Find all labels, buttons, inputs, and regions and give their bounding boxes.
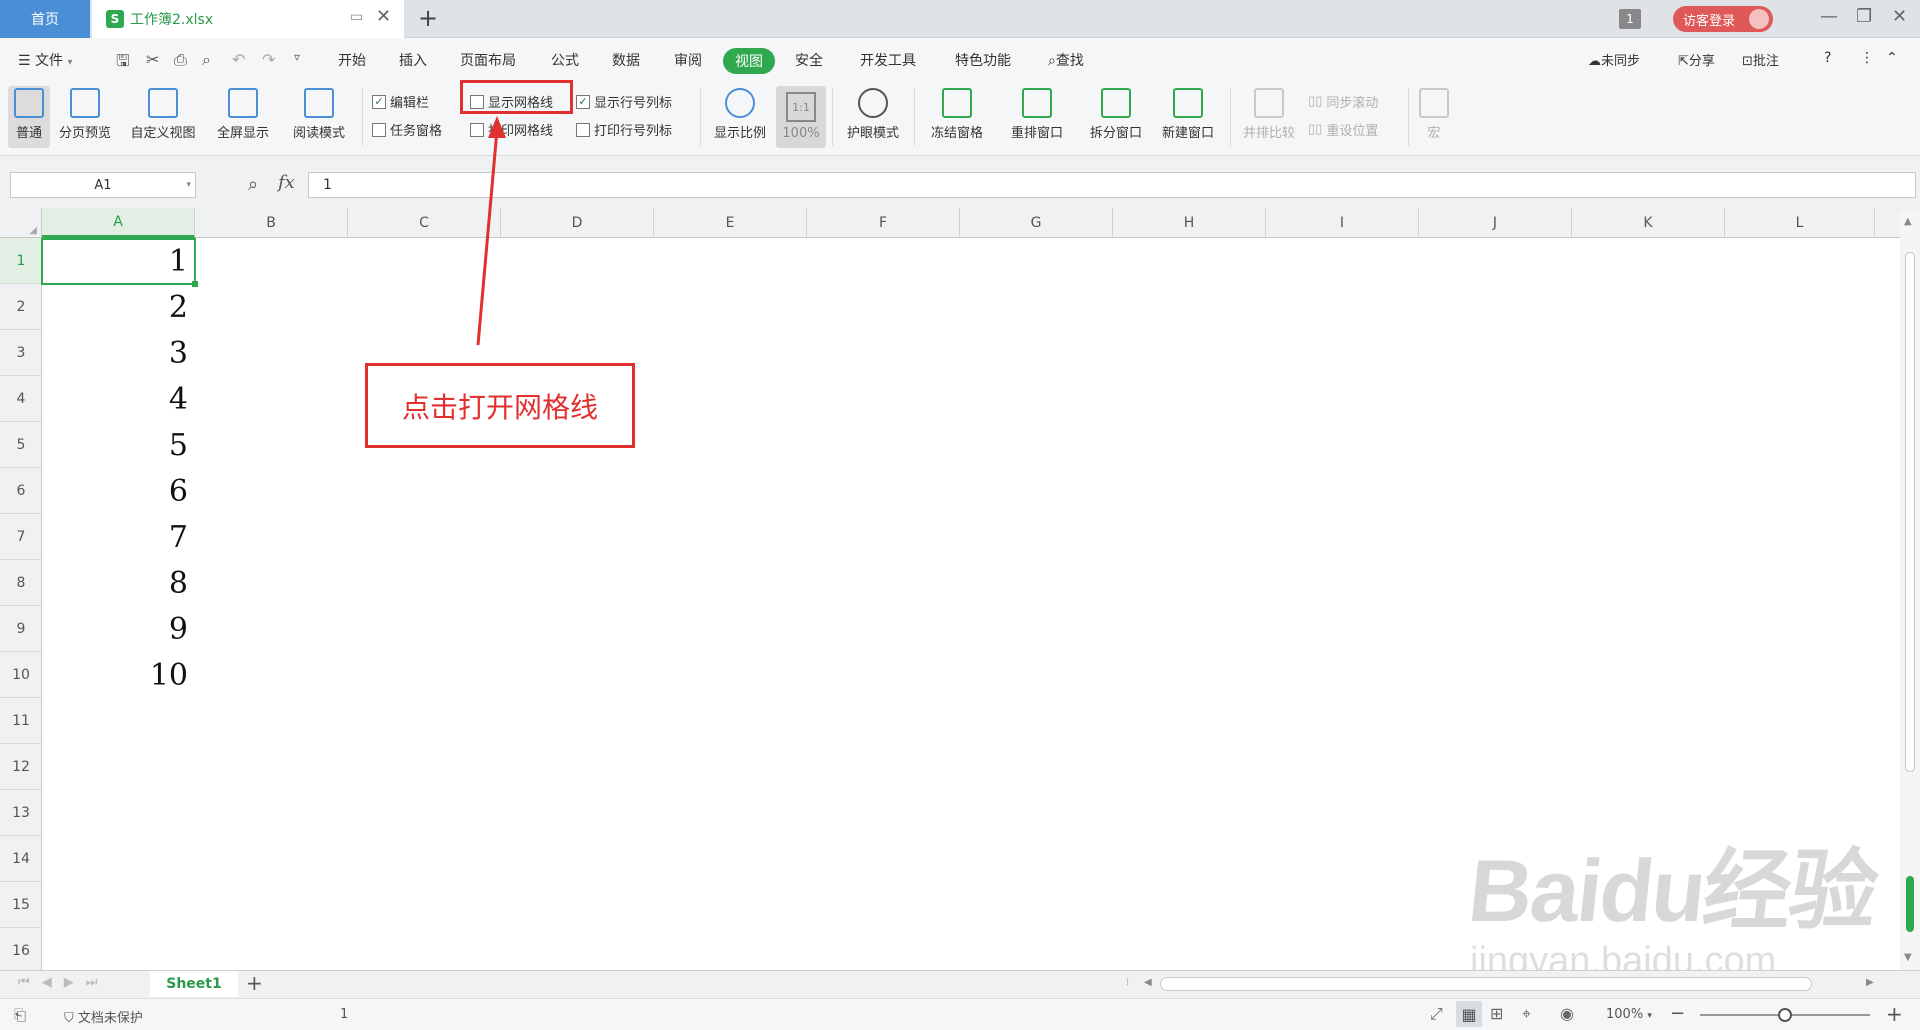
baidu-watermark-logo: Baidu经验 [1464, 841, 1881, 940]
macro-record-icon[interactable]: ⎗ [14, 1006, 26, 1024]
protection-label: 文档未保护 [77, 1011, 143, 1026]
scroll-left-icon[interactable]: ◀ [1144, 977, 1152, 988]
status-cell-value: 1 [340, 1007, 349, 1022]
document-protection-status[interactable]: ⛉ 文档未保护 [64, 1007, 143, 1026]
sheet-nav-arrows-icon[interactable]: ⏮◀▶⏭ [18, 975, 109, 990]
add-sheet-button[interactable]: + [246, 971, 263, 995]
zoom-in-icon[interactable]: + [1886, 1002, 1903, 1026]
zoom-out-icon[interactable]: − [1670, 1003, 1685, 1024]
normal-view-icon[interactable]: ▦ [1456, 1001, 1482, 1027]
annotation-callout: 点击打开网格线 [365, 363, 635, 448]
status-bar: ⎗ ⛉ 文档未保护 1 ⤢ ▦ ⊞ ⌖ ◉ 100% ▾ − + [0, 998, 1920, 1030]
annotation-text: 点击打开网格线 [401, 390, 598, 424]
horizontal-scroll-thumb[interactable] [1160, 977, 1812, 991]
zoom-level-value: 100% [1606, 1007, 1644, 1022]
shield-icon: ⛉ [64, 1011, 74, 1026]
full-screen-icon[interactable]: ⤢ [1430, 1004, 1443, 1024]
page-break-view-icon[interactable]: ⊞ [1490, 1004, 1503, 1023]
sheet-tab-bar: ⏮◀▶⏭ Sheet1 + ⁞ ◀ ▶ [0, 970, 1920, 998]
reading-layout-icon[interactable]: ⌖ [1522, 1004, 1531, 1024]
eye-protection-icon[interactable]: ◉ [1560, 1004, 1574, 1023]
sheet-tab-sheet1[interactable]: Sheet1 [150, 971, 238, 997]
scroll-right-icon[interactable]: ▶ [1866, 977, 1874, 988]
chevron-down-icon: ▾ [1647, 1011, 1652, 1021]
hscroll-splitter-icon[interactable]: ⁞ [1126, 977, 1129, 988]
zoom-level[interactable]: 100% ▾ [1606, 1007, 1652, 1022]
zoom-slider-handle[interactable] [1778, 1008, 1792, 1022]
